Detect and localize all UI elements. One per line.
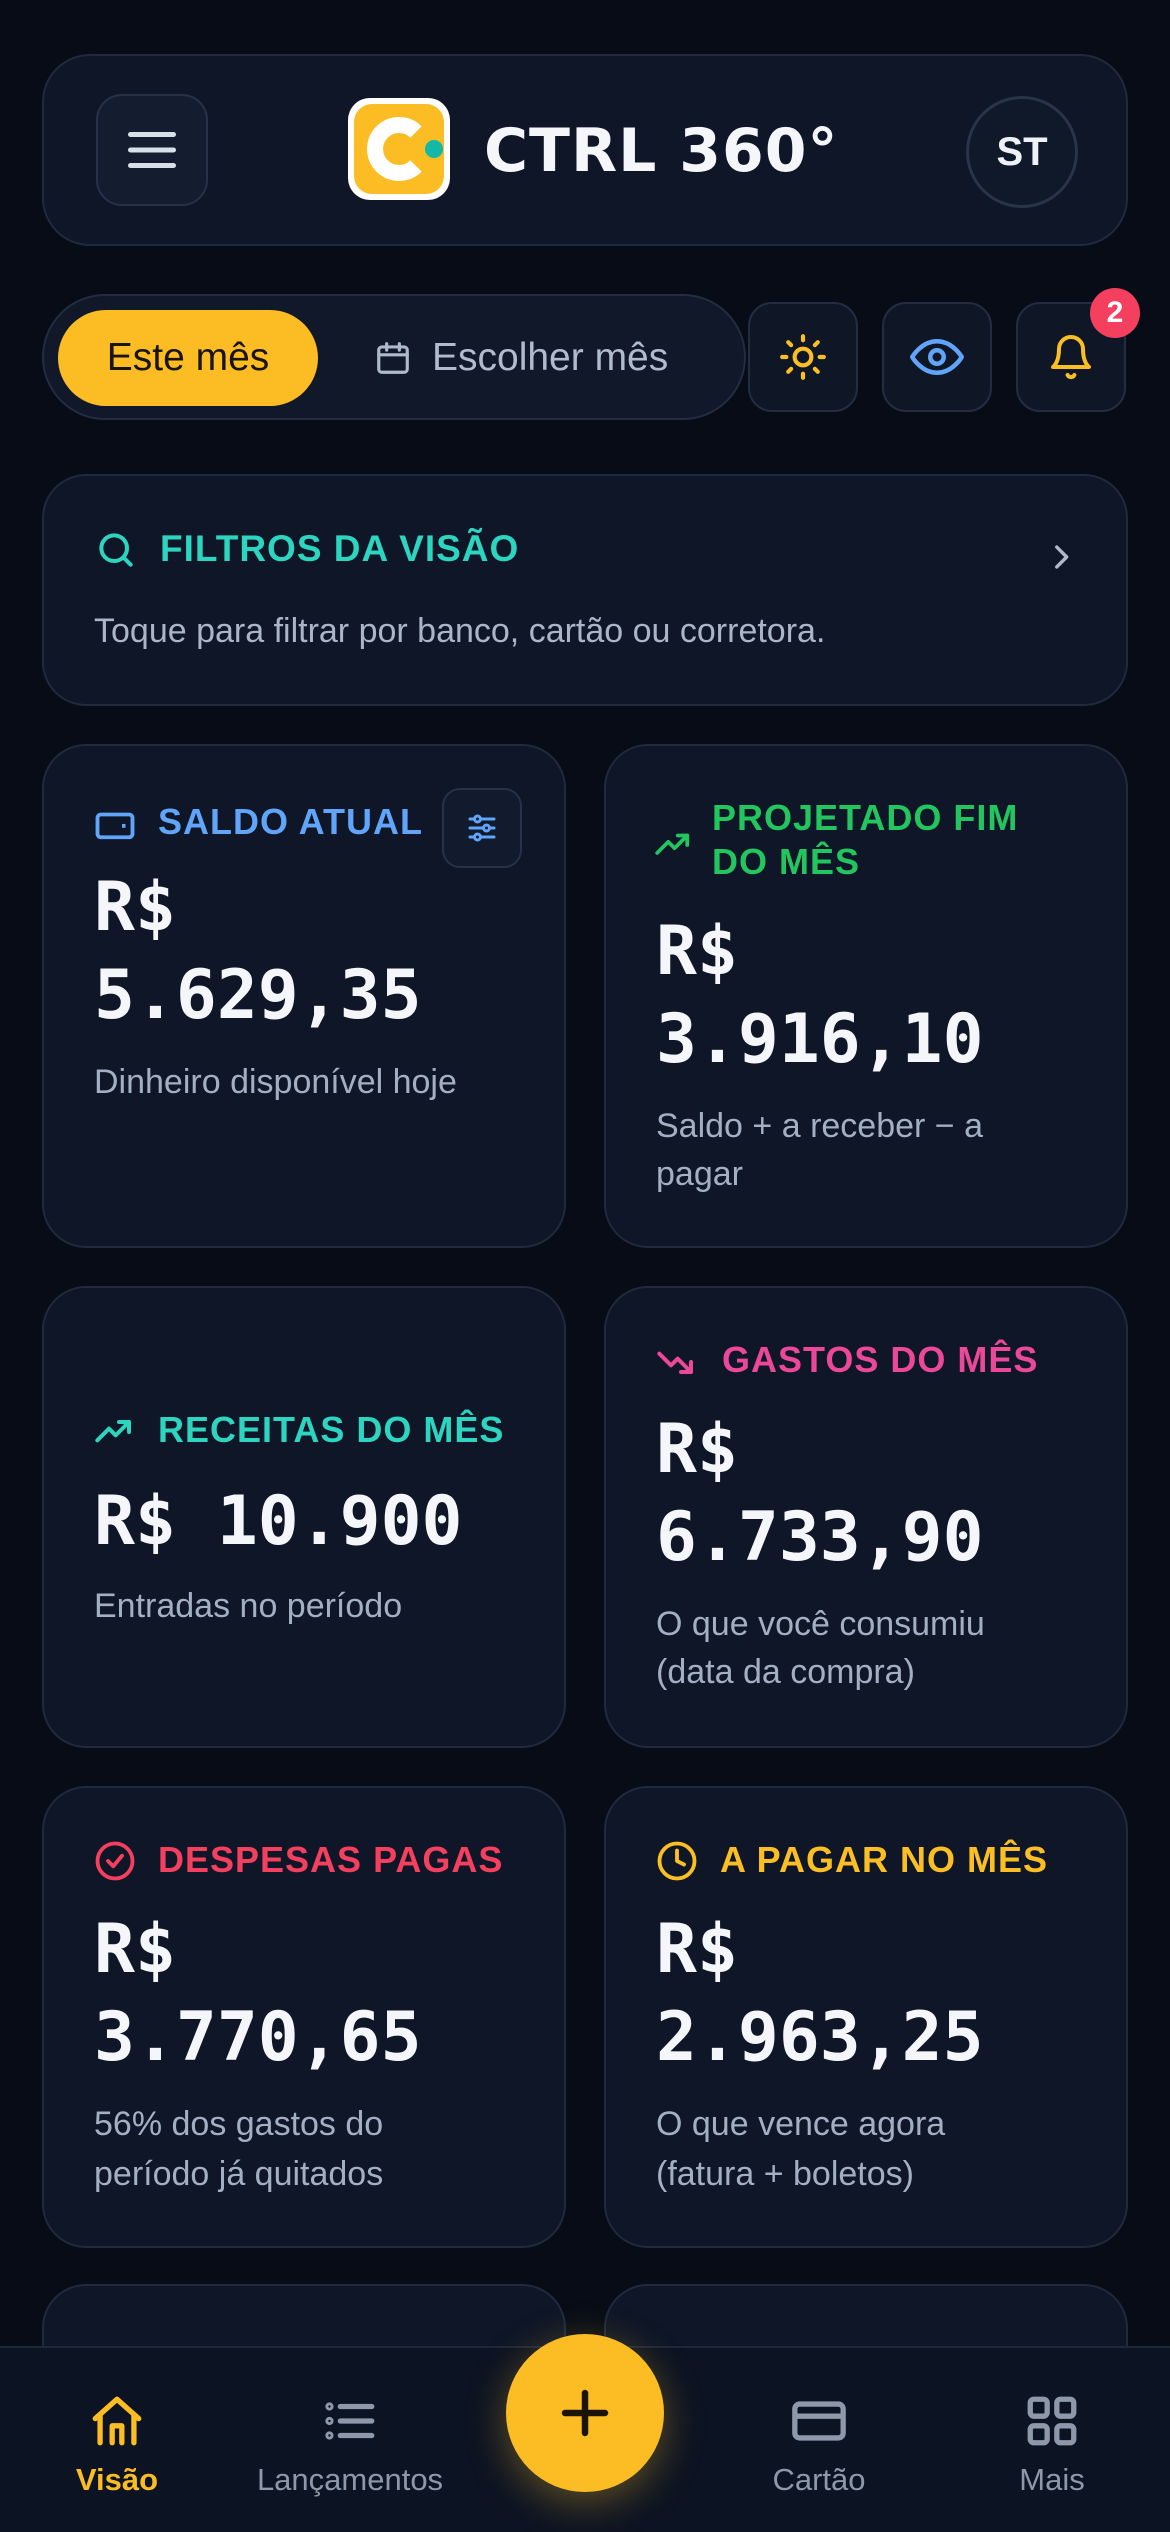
metric-description: 56% dos gastos do <box>94 2105 384 2143</box>
nav-label: Lançamentos <box>256 2462 444 2497</box>
balance-settings-button[interactable] <box>442 788 522 868</box>
metric-description-line2: (fatura + boletos) <box>656 2155 914 2193</box>
metric-value: 6.733,90 <box>656 1498 984 1577</box>
metric-value: 2.963,25 <box>656 1998 984 2077</box>
list-icon <box>325 2402 375 2440</box>
filters-card[interactable]: FILTROS DA VISÃO Toque para filtrar por … <box>42 474 1128 706</box>
notification-badge: 2 <box>1090 288 1140 338</box>
this-month-button[interactable]: Este mês <box>58 310 318 406</box>
nav-label: Visão <box>75 2462 159 2497</box>
filters-title: FILTROS DA VISÃO <box>160 528 520 569</box>
metric-card-to-pay[interactable]: A PAGAR NO MÊS R$ 2.963,25 O que vence a… <box>604 1786 1128 2248</box>
add-transaction-button[interactable] <box>506 2334 664 2492</box>
metric-description-line2: pagar <box>656 1155 743 1193</box>
choose-month-button[interactable]: Escolher mês <box>374 310 668 406</box>
metric-title: GASTOS DO MÊS <box>722 1339 1039 1380</box>
metric-description: Entradas no período <box>94 1587 403 1625</box>
metric-title: RECEITAS DO MÊS <box>158 1409 505 1450</box>
credit-card-icon <box>792 2401 846 2441</box>
chevron-right-icon <box>1055 545 1069 569</box>
app-header: CTRL 360° ST <box>42 54 1128 246</box>
metric-card-projected-end[interactable]: PROJETADO FIM DO MÊS R$ 3.916,10 Saldo +… <box>604 744 1128 1248</box>
metric-card-current-balance[interactable]: SALDO ATUAL R$ 5.629,35 Dinheiro disponí… <box>42 744 566 1248</box>
search-icon <box>99 533 133 567</box>
metric-value: 3.916,10 <box>656 1000 984 1079</box>
nav-item-visao[interactable]: Visão <box>17 2348 217 2532</box>
metric-description: O que você consumiu <box>656 1605 985 1643</box>
avatar[interactable]: ST <box>966 96 1078 208</box>
metric-description: Dinheiro disponível hoje <box>94 1063 457 1101</box>
metric-value-currency: R$ <box>94 868 176 947</box>
metric-value: R$ 10.900 <box>94 1482 463 1561</box>
filters-description: Toque para filtrar por banco, cartão ou … <box>94 612 826 650</box>
metric-description-line2: período já quitados <box>94 2155 384 2193</box>
theme-toggle-button[interactable] <box>748 302 858 412</box>
nav-item-mais[interactable]: Mais <box>952 2348 1152 2532</box>
home-icon <box>92 2396 142 2446</box>
visibility-toggle-button[interactable] <box>882 302 992 412</box>
trending-up-icon <box>655 833 690 855</box>
metric-title: DESPESAS PAGAS <box>158 1839 504 1880</box>
metric-value-currency: R$ <box>656 1910 738 1989</box>
hamburger-icon <box>128 132 176 168</box>
app-title: CTRL 360° <box>484 116 839 186</box>
period-selector: Este mês Escolher mês <box>42 294 746 420</box>
nav-label: Mais <box>1019 2462 1085 2497</box>
nav-item-cartao[interactable]: Cartão <box>719 2348 919 2532</box>
metric-value-currency: R$ <box>94 1910 176 1989</box>
app-logo <box>348 98 450 200</box>
nav-label: Cartão <box>772 2462 866 2497</box>
metric-title-line2: DO MÊS <box>712 841 861 882</box>
metric-title: SALDO ATUAL <box>158 801 423 842</box>
metric-description: O que vence agora <box>656 2105 946 2143</box>
metric-card-income[interactable]: RECEITAS DO MÊS R$ 10.900 Entradas no pe… <box>42 1286 566 1748</box>
metric-description-line2: (data da compra) <box>656 1653 915 1691</box>
metric-value: 5.629,35 <box>94 956 422 1035</box>
metric-value-currency: R$ <box>656 1410 738 1489</box>
trending-down-icon <box>657 1351 693 1374</box>
bell-icon <box>1051 335 1091 380</box>
calendar-icon <box>377 342 409 374</box>
metric-value-currency: R$ <box>656 912 738 991</box>
metric-title: A PAGAR NO MÊS <box>720 1839 1049 1880</box>
nav-item-lancamentos[interactable]: Lançamentos <box>250 2348 450 2532</box>
metric-description: Saldo + a receber − a <box>656 1107 984 1145</box>
trending-up-icon <box>95 1420 131 1443</box>
metric-value: 3.770,65 <box>94 1998 422 2077</box>
metric-title: PROJETADO FIM <box>712 797 1019 838</box>
sun-icon <box>780 334 826 380</box>
choose-month-label: Escolher mês <box>432 336 669 379</box>
plus-icon <box>561 2389 609 2437</box>
grid-icon <box>1027 2396 1077 2446</box>
wallet-icon <box>95 812 135 840</box>
eye-icon <box>910 339 964 375</box>
clock-icon <box>657 1841 697 1881</box>
check-circle-icon <box>95 1841 135 1881</box>
sliders-icon <box>468 814 496 842</box>
metric-card-paid-expenses[interactable]: DESPESAS PAGAS R$ 3.770,65 56% dos gasto… <box>42 1786 566 2248</box>
menu-button[interactable] <box>96 94 208 206</box>
metric-card-expenses[interactable]: GASTOS DO MÊS R$ 6.733,90 O que você con… <box>604 1286 1128 1748</box>
